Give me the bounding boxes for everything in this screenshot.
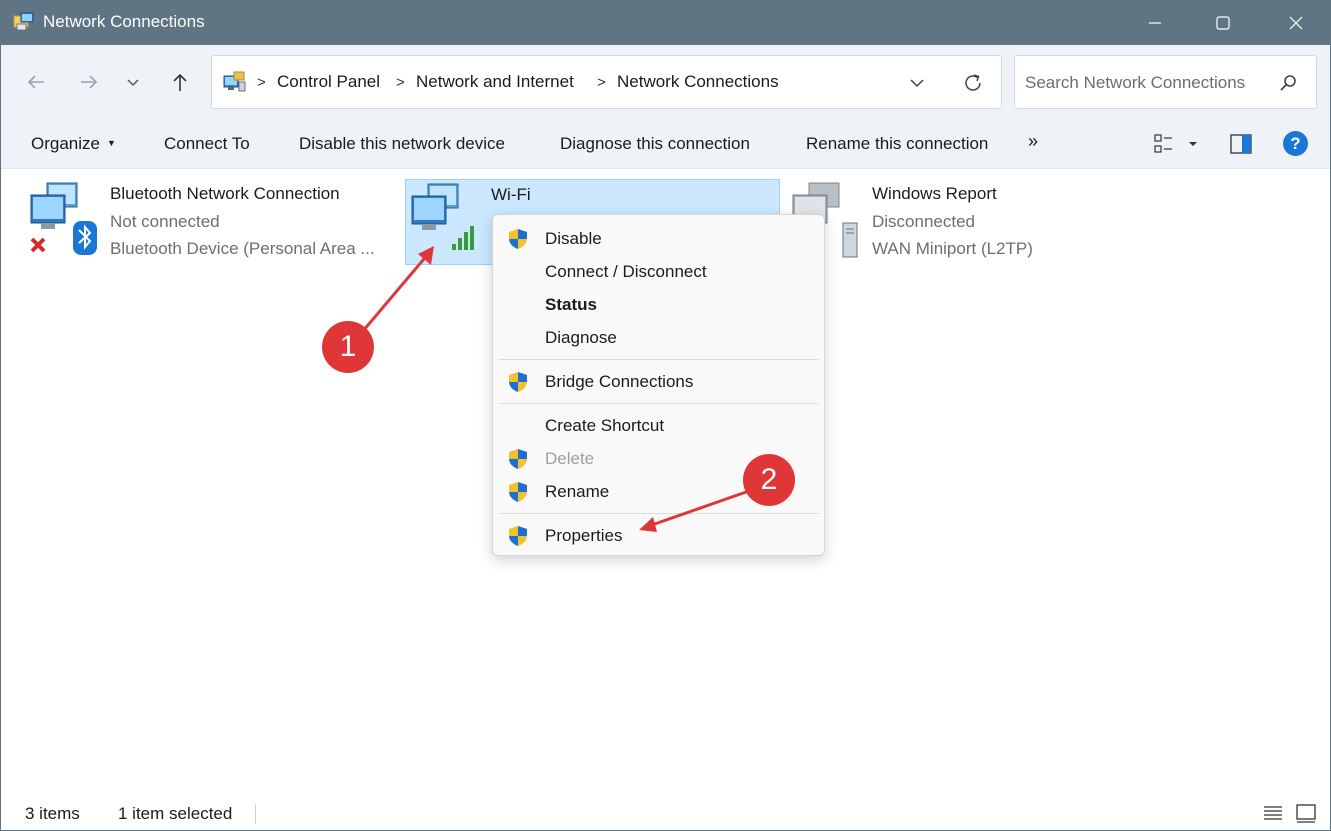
rename-connection-button[interactable]: Rename this connection (806, 134, 988, 154)
close-button[interactable] (1273, 1, 1319, 45)
organize-label: Organize (31, 134, 100, 153)
menu-separator (499, 403, 819, 404)
title-bar: Network Connections (1, 1, 1330, 45)
arrow-up-icon (173, 73, 187, 91)
connection-name: Bluetooth Network Connection (110, 184, 340, 203)
selection-count: 1 item selected (118, 804, 233, 823)
menu-item-label: Properties (545, 526, 623, 545)
close-icon (1289, 16, 1303, 30)
breadcrumb-control-panel[interactable]: Control Panel (277, 72, 380, 92)
connection-status: Not connected (110, 212, 220, 231)
minimize-icon (1149, 22, 1161, 24)
menu-item-connect-disconnect[interactable]: Connect / Disconnect (493, 256, 824, 288)
address-history-chevron-icon[interactable] (905, 71, 929, 95)
breadcrumb-network-and-internet[interactable]: Network and Internet (416, 72, 574, 92)
details-view-icon[interactable] (1262, 802, 1284, 824)
change-view-icon[interactable] (1153, 132, 1203, 156)
navigation-bar: > Control Panel > Network and Internet >… (1, 45, 1330, 119)
menu-item-label: Disable (545, 229, 602, 248)
refresh-icon[interactable] (960, 70, 986, 96)
caret-down-icon: ▼ (106, 138, 116, 148)
menu-item-create-shortcut[interactable]: Create Shortcut (493, 410, 824, 442)
up-button[interactable] (166, 68, 194, 96)
connection-name: Windows Report (872, 184, 997, 203)
disable-device-button[interactable]: Disable this network device (299, 134, 505, 154)
maximize-button[interactable] (1200, 1, 1246, 45)
connection-device: Bluetooth Device (Personal Area ... (110, 239, 375, 258)
connect-to-button[interactable]: Connect To (164, 134, 250, 154)
menu-item-disable[interactable]: Disable (493, 223, 824, 255)
connection-device: WAN Miniport (L2TP) (872, 239, 1033, 258)
preview-pane-icon[interactable] (1229, 132, 1253, 156)
breadcrumb-network-connections[interactable]: Network Connections (617, 72, 779, 92)
network-connections-window: Network Connections > Control Panel > Ne… (0, 0, 1331, 831)
breadcrumb-separator: > (597, 74, 606, 91)
arrow-left-icon (27, 75, 44, 89)
menu-item-label: Diagnose (545, 328, 617, 347)
organize-menu[interactable]: Organize ▼ (31, 134, 116, 154)
breadcrumb-separator: > (396, 74, 405, 91)
annotation-badge-1: 1 (322, 321, 374, 373)
connection-item-bluetooth[interactable]: Bluetooth Network Connection Not connect… (25, 179, 385, 265)
menu-item-diagnose[interactable]: Diagnose (493, 322, 824, 354)
address-bar[interactable]: > Control Panel > Network and Internet >… (211, 55, 1002, 109)
network-computers-icon (30, 182, 97, 255)
search-input[interactable]: Search Network Connections (1014, 55, 1317, 109)
large-icons-view-icon[interactable] (1295, 802, 1317, 824)
diagnose-connection-button[interactable]: Diagnose this connection (560, 134, 750, 154)
search-placeholder: Search Network Connections (1025, 73, 1246, 92)
back-button[interactable] (22, 68, 50, 96)
maximize-icon (1216, 16, 1230, 30)
breadcrumb-separator: > (257, 74, 266, 91)
forward-button[interactable] (75, 68, 103, 96)
help-button[interactable]: ? (1283, 131, 1308, 156)
menu-item-properties[interactable]: Properties (493, 520, 824, 552)
minimize-button[interactable] (1132, 1, 1178, 45)
status-bar: 3 items 1 item selected (1, 797, 1330, 830)
connection-status: Disconnected (872, 212, 976, 231)
menu-item-status[interactable]: Status (493, 289, 824, 321)
network-folder-icon (13, 12, 34, 31)
item-count: 3 items (25, 804, 80, 823)
menu-item-label: Bridge Connections (545, 372, 694, 391)
menu-item-label: Create Shortcut (545, 416, 665, 435)
connection-item-windows-report[interactable]: Windows Report Disconnected WAN Miniport… (787, 179, 1147, 265)
uac-shield-icon (509, 526, 527, 546)
uac-shield-icon (509, 229, 527, 249)
command-bar: Organize ▼ Connect To Disable this networ… (1, 119, 1330, 169)
wifi-network-icon (411, 183, 474, 250)
status-divider (255, 804, 256, 824)
chevron-down-icon (127, 79, 139, 87)
menu-item-label: Status (545, 295, 597, 314)
recent-locations-button[interactable] (119, 68, 147, 96)
menu-item-label: Connect / Disconnect (545, 262, 707, 281)
menu-separator (499, 359, 819, 360)
menu-item-label: Delete (545, 449, 595, 468)
menu-separator (499, 513, 819, 514)
uac-shield-icon (509, 372, 527, 392)
uac-shield-icon (509, 449, 527, 469)
connection-name: Wi-Fi (491, 185, 531, 204)
menu-item-bridge-connections[interactable]: Bridge Connections (493, 366, 824, 398)
more-commands-button[interactable]: » (1028, 131, 1038, 152)
menu-item-label: Rename (545, 482, 610, 501)
annotation-badge-2: 2 (743, 454, 795, 506)
window-title: Network Connections (43, 12, 205, 31)
control-panel-icon (223, 71, 246, 92)
search-icon (1280, 75, 1296, 91)
arrow-right-icon (81, 75, 98, 89)
uac-shield-icon (509, 482, 527, 502)
